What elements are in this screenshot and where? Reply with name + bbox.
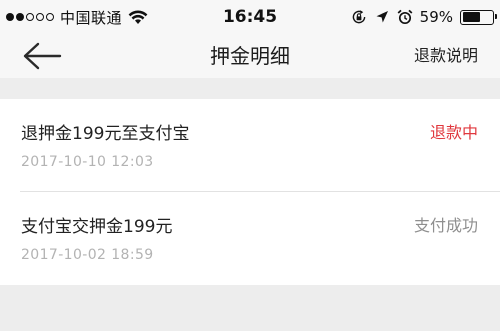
record-title: 支付宝交押金199元 [21, 217, 173, 237]
status-badge: 支付成功 [413, 216, 478, 235]
battery-icon [460, 9, 497, 25]
location-arrow-icon [376, 11, 388, 23]
alarm-icon [397, 9, 413, 25]
refund-info-link[interactable]: 退款说明 [414, 34, 478, 78]
list-item[interactable]: 退押金199元至支付宝 2017-10-10 12:03 退款中 [0, 99, 500, 192]
list-item[interactable]: 支付宝交押金199元 2017-10-02 18:59 支付成功 [0, 192, 500, 285]
back-arrow-icon [23, 42, 62, 70]
deposit-detail-page: 中国联通 16:45 59% 押金明细 退款说明 退押金199元至支付宝 201… [0, 0, 500, 331]
battery-percent: 59% [419, 8, 453, 26]
record-date: 2017-10-10 12:03 [21, 154, 154, 170]
orientation-lock-icon [352, 10, 365, 24]
status-bar-right: 59% [351, 0, 497, 34]
status-bar: 中国联通 16:45 59% [0, 0, 500, 34]
navigation-bar: 押金明细 退款说明 [0, 34, 500, 78]
deposit-record-list: 退押金199元至支付宝 2017-10-10 12:03 退款中 支付宝交押金1… [0, 99, 500, 285]
status-badge: 退款中 [429, 123, 478, 142]
back-button[interactable] [20, 40, 64, 72]
record-date: 2017-10-02 18:59 [21, 247, 154, 263]
battery-level-fill [462, 12, 480, 22]
record-title: 退押金199元至支付宝 [21, 124, 190, 144]
